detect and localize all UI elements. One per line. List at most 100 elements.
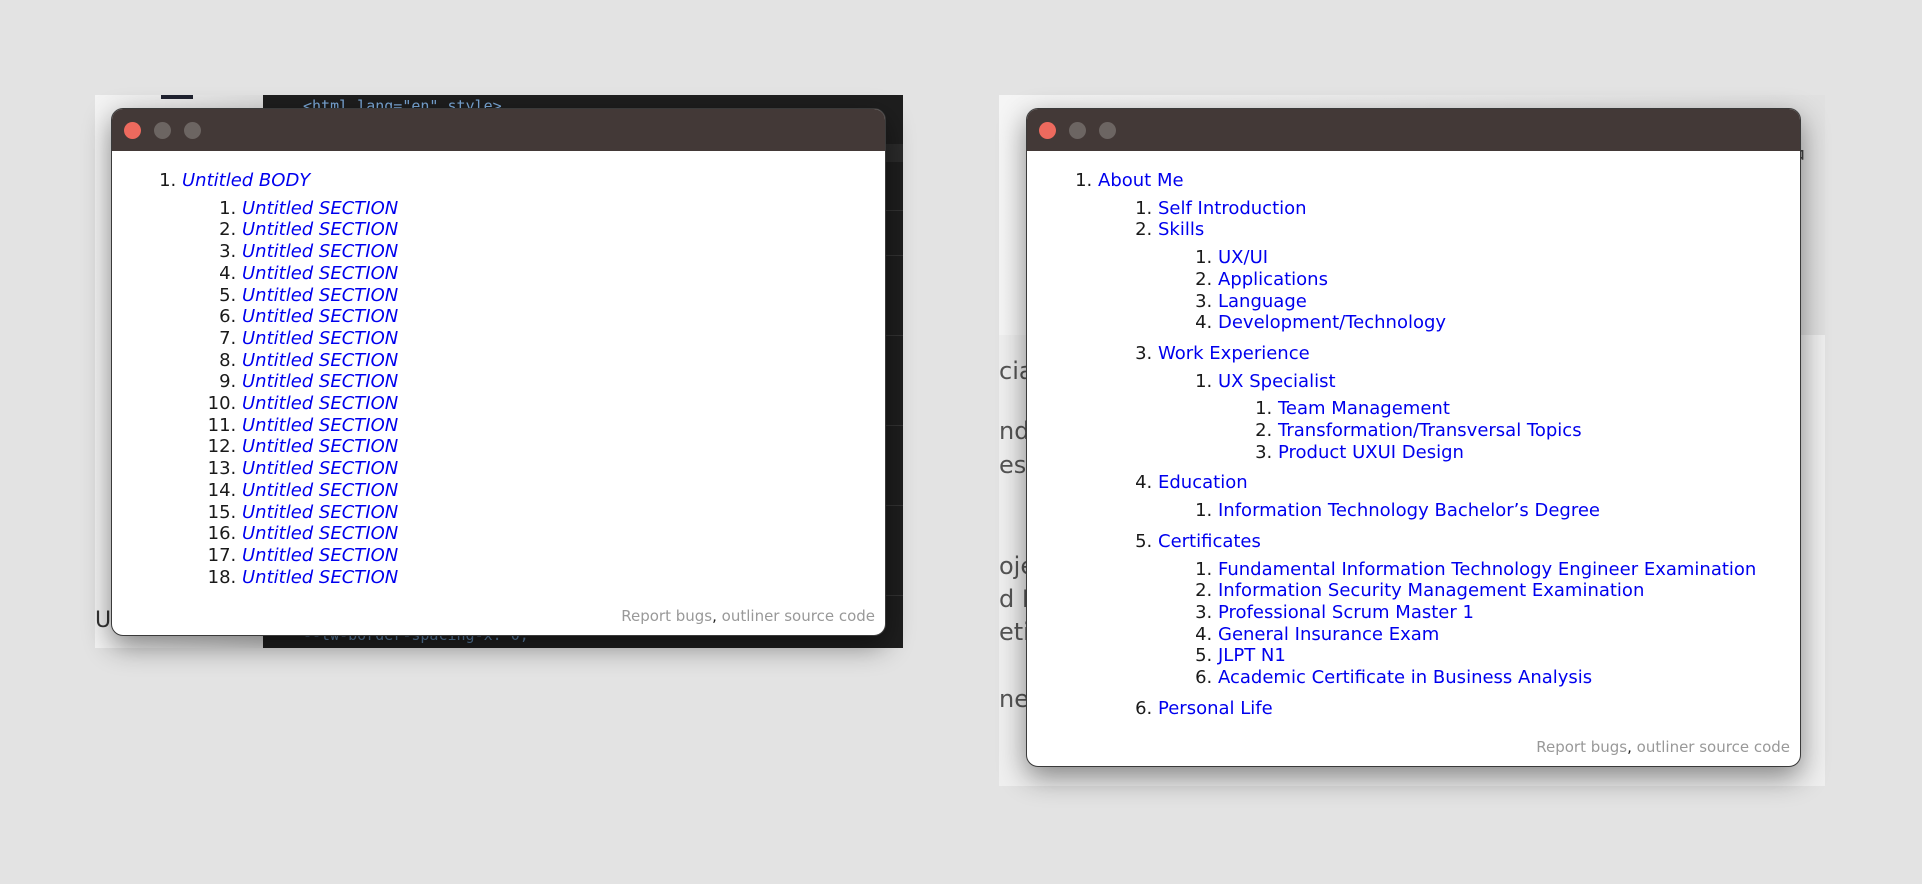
outline-item: 4. General Insurance Exam: [1027, 624, 1800, 646]
background-sidebar-bar: [161, 95, 193, 99]
outline-item: 3. Professional Scrum Master 1: [1027, 602, 1800, 624]
outline-link-about-me[interactable]: About Me: [1098, 170, 1184, 191]
outline-item: 11. Untitled SECTION: [112, 415, 885, 437]
footer-separator: ,: [712, 607, 717, 625]
outline-number: 3.: [1195, 290, 1218, 312]
close-button-icon[interactable]: [1039, 122, 1056, 139]
outline-link[interactable]: Untitled SECTION: [242, 328, 398, 349]
outline-link[interactable]: Language: [1218, 291, 1307, 312]
outline-link[interactable]: Education: [1158, 472, 1248, 493]
outline-number: 7.: [219, 327, 242, 349]
outline-item: 5. Untitled SECTION: [112, 285, 885, 307]
maximize-button-icon[interactable]: [184, 122, 201, 139]
background-text-fragment: nd: [999, 417, 1030, 445]
outline-link[interactable]: Untitled SECTION: [242, 285, 398, 306]
source-code-link[interactable]: outliner source code: [1637, 738, 1790, 756]
outline-link[interactable]: General Insurance Exam: [1218, 624, 1439, 645]
outline-link[interactable]: Transformation/Transversal Topics: [1278, 420, 1582, 441]
outline-link[interactable]: Untitled SECTION: [242, 393, 398, 414]
outline-link[interactable]: Applications: [1218, 269, 1328, 290]
source-code-link[interactable]: outliner source code: [722, 607, 875, 625]
outline-link[interactable]: Development/Technology: [1218, 312, 1446, 333]
outliner-footer: Report bugs, outliner source code: [1536, 738, 1790, 756]
outline-link[interactable]: UX Specialist: [1218, 371, 1336, 392]
outline-number: 11.: [207, 414, 242, 436]
outline-item: 2. Untitled SECTION: [112, 219, 885, 241]
outline-number: 14.: [207, 479, 242, 501]
background-divider: [883, 425, 903, 426]
outline-link[interactable]: Personal Life: [1158, 698, 1273, 719]
outline-item: 1. Fundamental Information Technology En…: [1027, 559, 1800, 581]
window-titlebar[interactable]: [1027, 109, 1800, 151]
outline-item: 7. Untitled SECTION: [112, 328, 885, 350]
outline-item: 6. Personal Life: [1027, 698, 1800, 720]
minimize-button-icon[interactable]: [154, 122, 171, 139]
outline-link[interactable]: Information Security Management Examinat…: [1218, 580, 1644, 601]
outline-link[interactable]: Skills: [1158, 219, 1204, 240]
outline-list: 1. Untitled BODY 1. Untitled SECTION 2. U…: [112, 170, 885, 588]
outline-item: 4. Development/Technology: [1027, 312, 1800, 334]
maximize-button-icon[interactable]: [1099, 122, 1116, 139]
window-titlebar[interactable]: [112, 109, 885, 151]
outline-link[interactable]: Information Technology Bachelor’s Degree: [1218, 500, 1600, 521]
outline-link[interactable]: Product UXUI Design: [1278, 442, 1464, 463]
outline-number: 12.: [207, 436, 242, 458]
outline-link[interactable]: Untitled SECTION: [242, 219, 398, 240]
outline-item: 2. Skills 1. UX/UI 2. Applications 3. Langu…: [1027, 219, 1800, 334]
outline-number: 3.: [219, 241, 242, 263]
outline-link[interactable]: Untitled SECTION: [242, 458, 398, 479]
outline-link[interactable]: Untitled SECTION: [242, 241, 398, 262]
outline-link[interactable]: Academic Certificate in Business Analysi…: [1218, 667, 1592, 688]
outline-link[interactable]: Professional Scrum Master 1: [1218, 602, 1474, 623]
minimize-button-icon[interactable]: [1069, 122, 1086, 139]
outline-item: 15. Untitled SECTION: [112, 502, 885, 524]
outline-number: 1.: [1195, 370, 1218, 392]
outline-number: 5.: [219, 284, 242, 306]
outline-item: 1. About Me 1. Self Introduction 2. Skill…: [1027, 170, 1800, 719]
outline-link[interactable]: Untitled SECTION: [242, 436, 398, 457]
outline-link-body[interactable]: Untitled BODY: [182, 170, 310, 191]
outline-link[interactable]: Untitled SECTION: [242, 523, 398, 544]
outline-link[interactable]: Untitled SECTION: [242, 480, 398, 501]
outline-item: 1. Information Technology Bachelor’s Deg…: [1027, 500, 1800, 522]
outline-link[interactable]: Untitled SECTION: [242, 350, 398, 371]
outline-number: 4.: [219, 262, 242, 284]
outline-number: 1.: [219, 197, 242, 219]
outline-sublist: 1. Self Introduction 2. Skills 1. UX/UI 2. …: [1027, 198, 1800, 720]
outline-link[interactable]: JLPT N1: [1218, 645, 1286, 666]
outline-link[interactable]: Work Experience: [1158, 343, 1310, 364]
outline-link[interactable]: Self Introduction: [1158, 198, 1307, 219]
outline-link[interactable]: Untitled SECTION: [242, 545, 398, 566]
outline-number: 9.: [219, 371, 242, 393]
outline-number: 17.: [207, 544, 242, 566]
outline-link[interactable]: Team Management: [1278, 398, 1450, 419]
outline-link[interactable]: Untitled SECTION: [242, 371, 398, 392]
report-bugs-link[interactable]: Report bugs: [621, 607, 712, 625]
outline-link[interactable]: Untitled SECTION: [242, 415, 398, 436]
outliner-window-right: 1. About Me 1. Self Introduction 2. Skill…: [1026, 108, 1801, 767]
outline-link[interactable]: Certificates: [1158, 531, 1261, 552]
outline-item: 8. Untitled SECTION: [112, 350, 885, 372]
outline-number: 8.: [219, 349, 242, 371]
outline-item: 1. UX Specialist 1. Team Management 2. Tra…: [1027, 371, 1800, 464]
outline-number: 6.: [1135, 697, 1158, 719]
outline-item: 3. Work Experience 1. UX Specialist 1. Tea…: [1027, 343, 1800, 464]
outline-link[interactable]: Untitled SECTION: [242, 567, 398, 588]
outline-number: 2.: [1195, 580, 1218, 602]
outline-item: 2. Applications: [1027, 269, 1800, 291]
outline-link[interactable]: Fundamental Information Technology Engin…: [1218, 559, 1756, 580]
outline-link[interactable]: Untitled SECTION: [242, 306, 398, 327]
outline-sublist: 1. Untitled SECTION 2. Untitled SECTION 3.…: [112, 198, 885, 589]
outline-item: 16. Untitled SECTION: [112, 523, 885, 545]
outline-link[interactable]: UX/UI: [1218, 247, 1268, 268]
outline-number: 10.: [207, 393, 242, 415]
close-button-icon[interactable]: [124, 122, 141, 139]
outline-link[interactable]: Untitled SECTION: [242, 502, 398, 523]
background-divider: [883, 335, 903, 336]
outline-link[interactable]: Untitled SECTION: [242, 198, 398, 219]
outline-item: 1. Team Management: [1027, 398, 1800, 420]
report-bugs-link[interactable]: Report bugs: [1536, 738, 1627, 756]
outline-link[interactable]: Untitled SECTION: [242, 263, 398, 284]
background-divider: [883, 255, 903, 256]
outline-content: 1. Untitled BODY 1. Untitled SECTION 2. U…: [112, 151, 885, 588]
